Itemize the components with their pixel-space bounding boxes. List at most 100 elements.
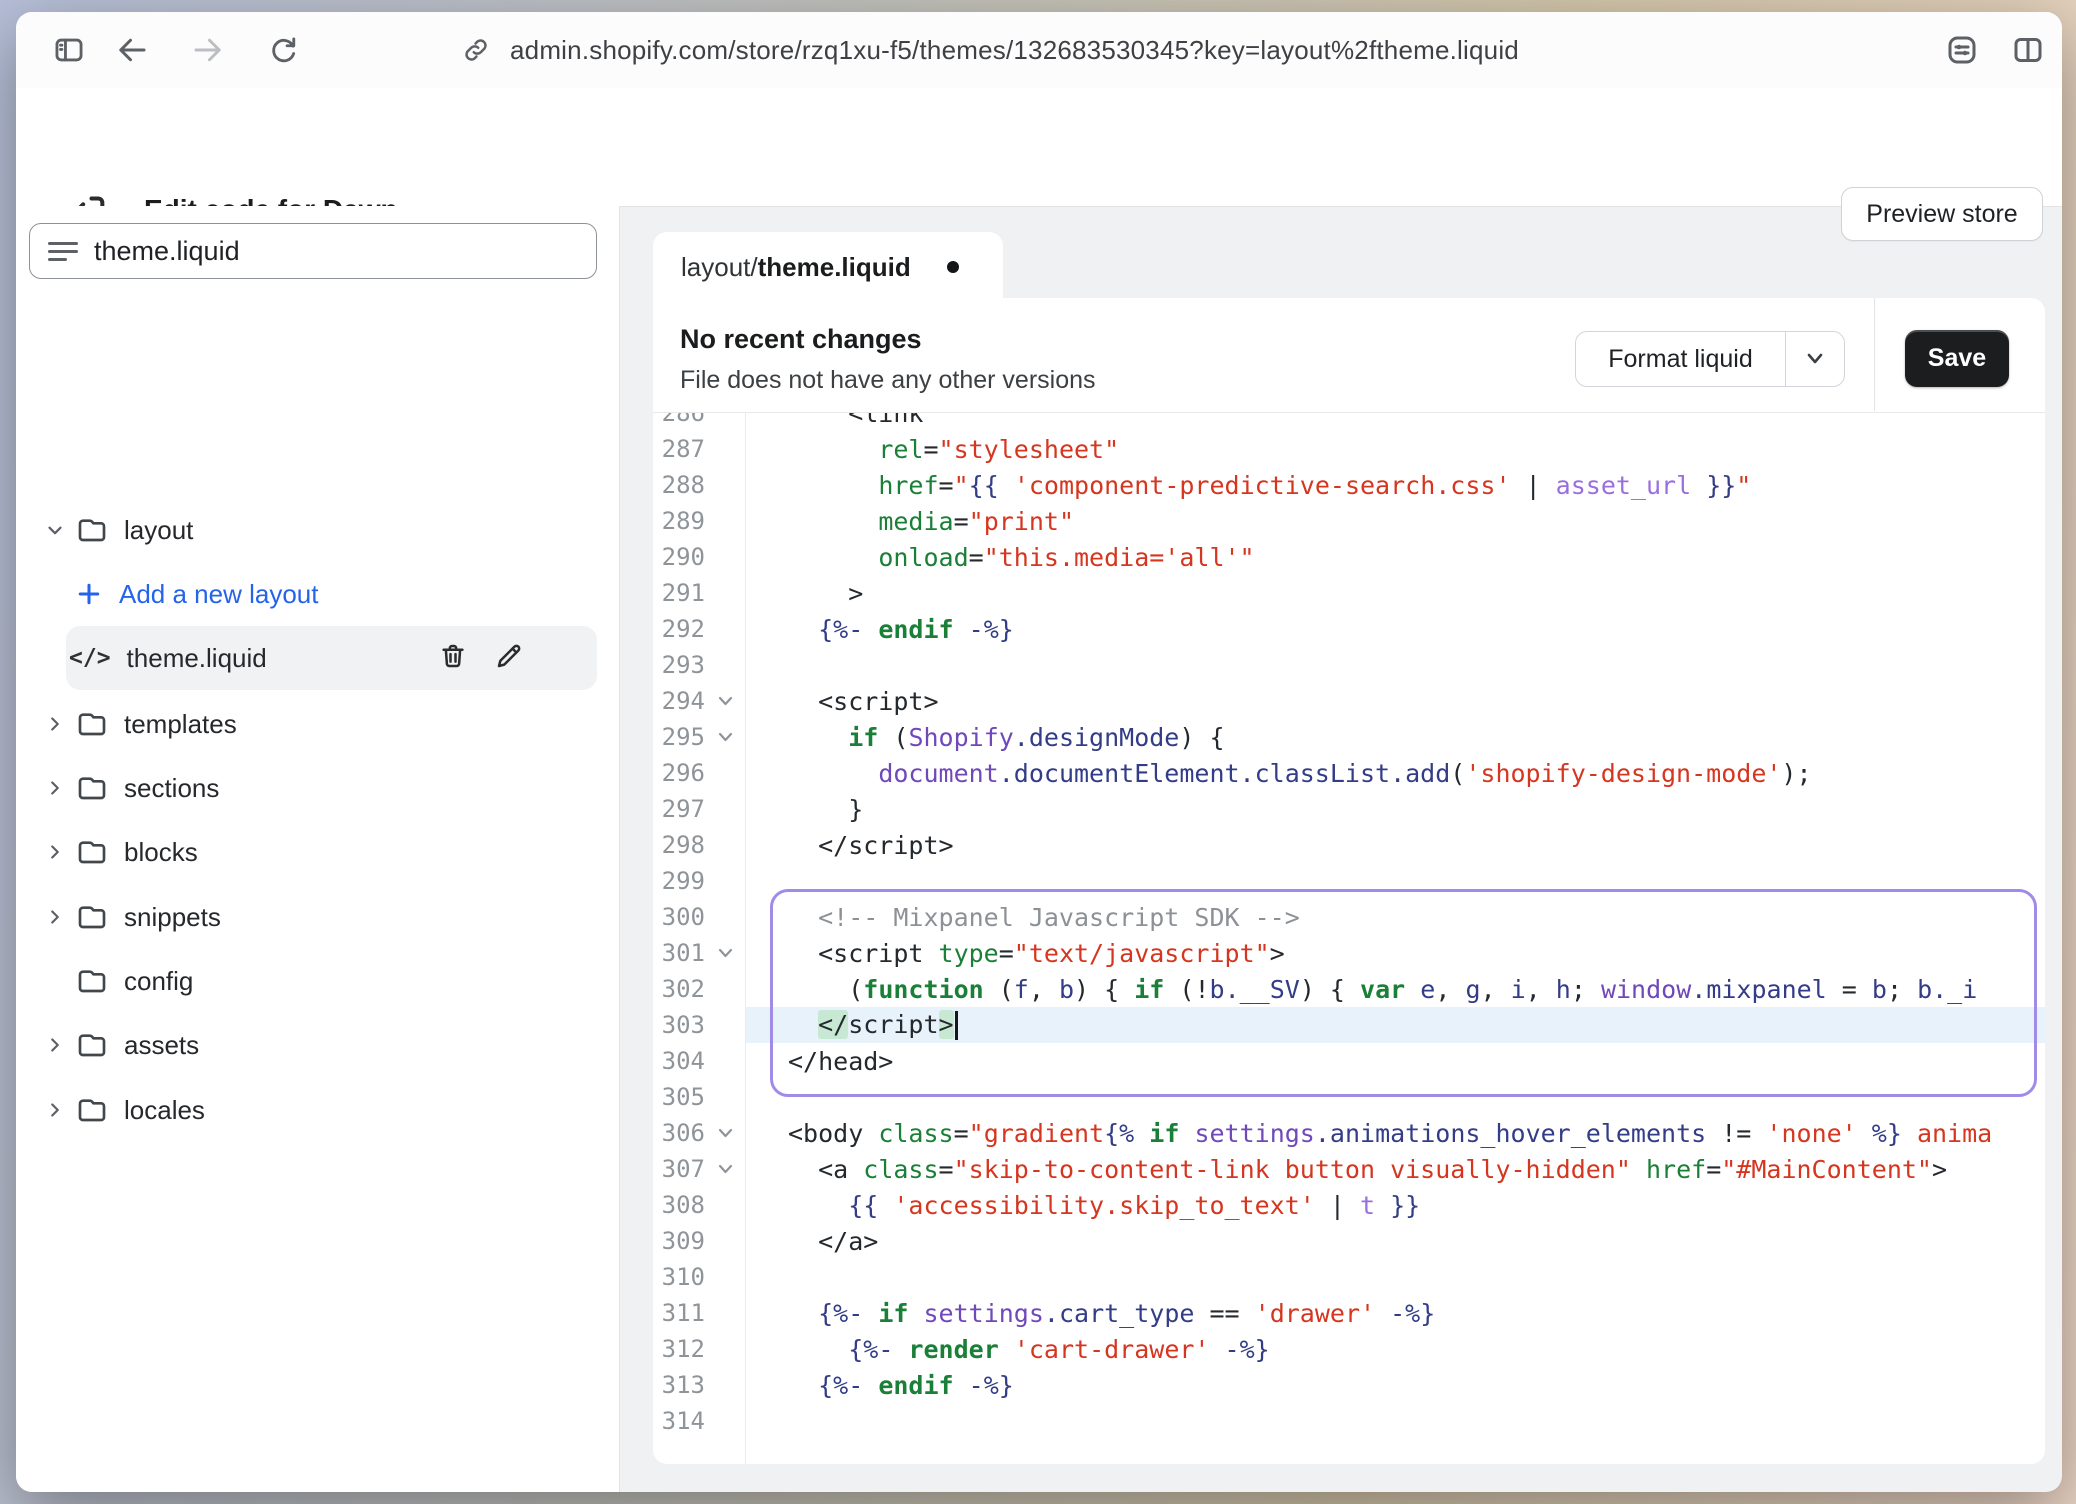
sidebar-item-templates[interactable]: templates: [16, 696, 620, 752]
code-line[interactable]: 290 onload="this.media='all'": [653, 539, 2045, 575]
code-line[interactable]: 292 {%- endif -%}: [653, 611, 2045, 647]
line-number: 311: [653, 1299, 705, 1327]
folder-icon: [76, 1094, 108, 1126]
rename-file-icon[interactable]: [494, 641, 524, 676]
format-liquid-button[interactable]: Format liquid: [1576, 332, 1786, 386]
chevron-right-icon[interactable]: [40, 1099, 70, 1121]
fold-chevron-icon[interactable]: [705, 1163, 745, 1175]
code-line[interactable]: 309 </a>: [653, 1223, 2045, 1259]
line-number: 295: [653, 723, 705, 751]
sidebar-toggle-icon[interactable]: [49, 30, 89, 70]
line-number: 292: [653, 615, 705, 643]
code-line[interactable]: 293: [653, 647, 2045, 683]
code-editor[interactable]: 286 <link287 rel="stylesheet"288 href="{…: [653, 413, 2045, 1464]
line-number: 287: [653, 435, 705, 463]
file-search-input[interactable]: theme.liquid: [29, 223, 597, 279]
save-button[interactable]: Save: [1905, 330, 2009, 387]
code-line[interactable]: 288 href="{{ 'component-predictive-searc…: [653, 467, 2045, 503]
delete-file-icon[interactable]: [438, 641, 468, 676]
line-number: 290: [653, 543, 705, 571]
preview-store-button[interactable]: Preview store: [1841, 187, 2043, 241]
fold-chevron-icon[interactable]: [705, 1127, 745, 1139]
code-line[interactable]: 306<body class="gradient{% if settings.a…: [653, 1115, 2045, 1151]
fold-chevron-icon[interactable]: [705, 731, 745, 743]
forward-icon[interactable]: [188, 30, 228, 70]
tab-file-name: theme.liquid: [758, 252, 911, 283]
chevron-down-icon[interactable]: [40, 519, 70, 541]
chevron-right-icon[interactable]: [40, 777, 70, 799]
chevron-right-icon[interactable]: [40, 841, 70, 863]
page-settings-icon[interactable]: [1942, 30, 1982, 70]
code-line[interactable]: 297 }: [653, 791, 2045, 827]
unsaved-dot: [947, 261, 959, 273]
app-header: Edit code for Dawn Preview store: [16, 88, 2062, 207]
line-number: 307: [653, 1155, 705, 1183]
code-line[interactable]: 312 {%- render 'cart-drawer' -%}: [653, 1331, 2045, 1367]
sidebar-item-snippets[interactable]: snippets: [16, 889, 620, 945]
line-number: 294: [653, 687, 705, 715]
code-line[interactable]: 299: [653, 863, 2045, 899]
sidebar-item-config[interactable]: config: [16, 953, 620, 1009]
sidebar-item-sections[interactable]: sections: [16, 760, 620, 816]
line-number: 306: [653, 1119, 705, 1147]
code-line[interactable]: 294 <script>: [653, 683, 2045, 719]
sidebar-item-locales[interactable]: locales: [16, 1082, 620, 1138]
line-number: 313: [653, 1371, 705, 1399]
code-line[interactable]: 310: [653, 1259, 2045, 1295]
search-value: theme.liquid: [94, 236, 240, 267]
line-number: 308: [653, 1191, 705, 1219]
line-number: 302: [653, 975, 705, 1003]
sidebar-item-theme-liquid[interactable]: </>theme.liquid: [16, 630, 620, 686]
file-sidebar: theme.liquid layout Add a new layout </>th…: [16, 206, 620, 1492]
sidebar-item-blocks[interactable]: blocks: [16, 824, 620, 880]
back-icon[interactable]: [112, 30, 152, 70]
folder-icon: [76, 514, 108, 546]
chevron-right-icon[interactable]: [40, 713, 70, 735]
code-line[interactable]: 314: [653, 1403, 2045, 1439]
code-line[interactable]: 298 </script>: [653, 827, 2045, 863]
line-number: 288: [653, 471, 705, 499]
code-line[interactable]: 304</head>: [653, 1043, 2045, 1079]
code-line[interactable]: 305: [653, 1079, 2045, 1115]
code-line[interactable]: 300 <!-- Mixpanel Javascript SDK -->: [653, 899, 2045, 935]
sidebar-item-assets[interactable]: assets: [16, 1017, 620, 1073]
line-number: 303: [653, 1011, 705, 1039]
line-number: 296: [653, 759, 705, 787]
code-line[interactable]: 286 <link: [653, 413, 2045, 431]
code-line[interactable]: 301 <script type="text/javascript">: [653, 935, 2045, 971]
split-view-icon[interactable]: [2008, 30, 2048, 70]
code-line[interactable]: 303 </script>: [653, 1007, 2045, 1043]
folder-icon: [76, 1029, 108, 1061]
code-line[interactable]: 308 {{ 'accessibility.skip_to_text' | t …: [653, 1187, 2045, 1223]
code-line[interactable]: 287 rel="stylesheet": [653, 431, 2045, 467]
format-options-dropdown[interactable]: [1786, 332, 1844, 386]
tab-theme-liquid[interactable]: layout/theme.liquid: [653, 232, 1003, 302]
code-line[interactable]: 295 if (Shopify.designMode) {: [653, 719, 2045, 755]
chevron-right-icon[interactable]: [40, 1034, 70, 1056]
code-line[interactable]: 313 {%- endif -%}: [653, 1367, 2045, 1403]
code-line[interactable]: 289 media="print": [653, 503, 2045, 539]
code-line[interactable]: 302 (function (f, b) { if (!b.__SV) { va…: [653, 971, 2045, 1007]
fold-chevron-icon[interactable]: [705, 695, 745, 707]
sidebar-item-layout[interactable]: layout: [16, 502, 620, 558]
chevron-right-icon[interactable]: [40, 906, 70, 928]
code-line[interactable]: 307 <a class="skip-to-content-link butto…: [653, 1151, 2045, 1187]
fold-chevron-icon[interactable]: [705, 947, 745, 959]
code-line[interactable]: 291 >: [653, 575, 2045, 611]
reload-icon[interactable]: [264, 30, 304, 70]
desktop: { "browser": { "url": "admin.shopify.com…: [0, 0, 2076, 1504]
line-number: 299: [653, 867, 705, 895]
line-number: 301: [653, 939, 705, 967]
url-text[interactable]: admin.shopify.com/store/rzq1xu-f5/themes…: [510, 35, 1519, 66]
gutter-divider: [745, 413, 746, 1464]
code-line[interactable]: 311 {%- if settings.cart_type == 'drawer…: [653, 1295, 2045, 1331]
text-cursor: [955, 1011, 958, 1040]
editor-header: No recent changes File does not have any…: [653, 298, 2045, 413]
status-subtitle: File does not have any other versions: [680, 366, 1096, 395]
chevron-down-icon: [1803, 351, 1827, 367]
code-lines: 286 <link287 rel="stylesheet"288 href="{…: [653, 413, 2045, 1439]
sidebar-action-add-a-new-layout[interactable]: Add a new layout: [16, 566, 620, 622]
code-line[interactable]: 296 document.documentElement.classList.a…: [653, 755, 2045, 791]
line-number: 297: [653, 795, 705, 823]
folder-icon: [76, 965, 108, 997]
